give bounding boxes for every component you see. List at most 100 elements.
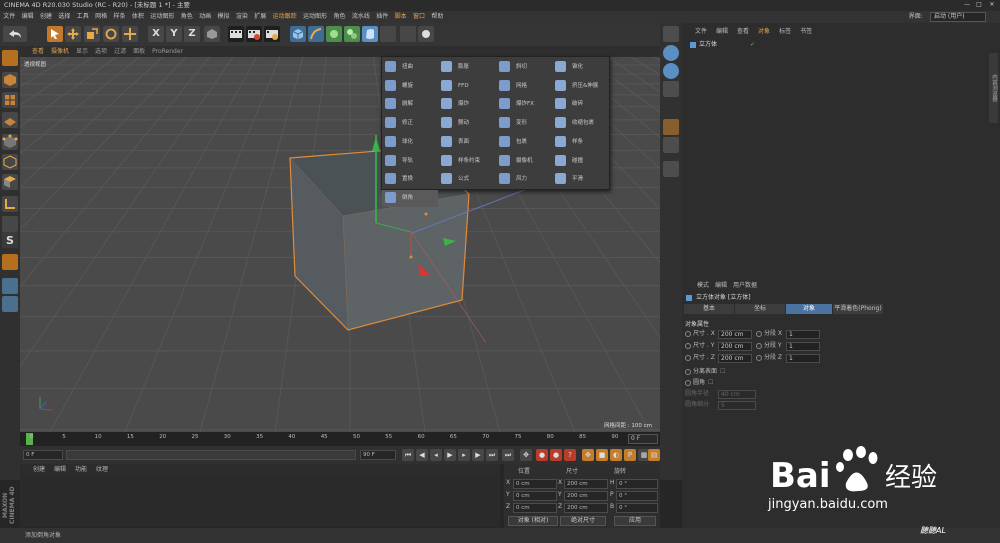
menu-file[interactable]: 文件: [0, 11, 18, 23]
deformer-menu-item[interactable]: FFD: [438, 78, 494, 95]
key-rotation-icon[interactable]: ◐: [610, 449, 622, 461]
segment-field[interactable]: 1: [786, 330, 820, 339]
goto-start-icon[interactable]: ⏮: [402, 449, 414, 461]
deformer-menu-item[interactable]: 锥化: [552, 59, 608, 76]
grid-workplane-icon[interactable]: [2, 296, 18, 312]
material-area[interactable]: [20, 475, 500, 527]
deformer-menu-item[interactable]: 碰撞: [552, 153, 608, 170]
next-frame-icon[interactable]: ▸: [458, 449, 470, 461]
current-frame-field[interactable]: 0 F: [628, 434, 658, 444]
coord-size-field[interactable]: 200 cm: [564, 503, 608, 513]
deformer-menu-item[interactable]: 表面: [438, 134, 494, 151]
menu-spline[interactable]: 样条: [110, 11, 128, 23]
tab-phong[interactable]: 平滑着色(Phong): [833, 304, 883, 314]
coord-position-field[interactable]: 0 cm: [513, 491, 557, 501]
radio-icon[interactable]: [685, 342, 691, 349]
menu-window[interactable]: 窗口: [410, 11, 428, 23]
move-key-icon[interactable]: ✥: [520, 449, 532, 461]
viewport-menu-panel[interactable]: 面板: [133, 48, 145, 55]
menu-mograph[interactable]: 运动图形: [147, 11, 177, 23]
deformer-menu-item[interactable]: 包裹: [496, 134, 552, 151]
menu-volume[interactable]: 体积: [129, 11, 147, 23]
radio-icon[interactable]: [756, 330, 762, 337]
menu-mesh[interactable]: 网格: [92, 11, 110, 23]
coord-size-field[interactable]: 200 cm: [564, 479, 608, 489]
deformer-menu-item[interactable]: 修正: [382, 115, 438, 132]
record-icon[interactable]: ●: [536, 449, 548, 461]
menu-pipeline[interactable]: 流水线: [349, 11, 373, 23]
tab-object[interactable]: 对象: [786, 304, 832, 314]
coord-rotation-field[interactable]: 0 °: [616, 479, 658, 489]
deformer-menu-item[interactable]: 颤动: [438, 115, 494, 132]
menu-edit[interactable]: 编辑: [18, 11, 36, 23]
menu-extensions[interactable]: 扩展: [251, 11, 269, 23]
pen-spline-button[interactable]: [308, 26, 324, 42]
size-field[interactable]: 200 cm: [718, 342, 752, 351]
material-menu-edit[interactable]: 编辑: [54, 466, 66, 473]
polygons-mode-icon[interactable]: [2, 174, 18, 190]
coords-mode-select[interactable]: 对象 (相对): [508, 516, 558, 526]
frame-range-slider[interactable]: [66, 450, 356, 460]
rotate-tool-button[interactable]: [103, 26, 119, 42]
model-mode-icon[interactable]: [2, 72, 18, 88]
lock-icon[interactable]: [663, 161, 679, 177]
scale-tool-button[interactable]: [84, 26, 100, 42]
menu-script[interactable]: 脚本: [391, 11, 409, 23]
tab-basic[interactable]: 基本: [684, 304, 734, 314]
light-button[interactable]: [418, 26, 434, 42]
brush-icon[interactable]: [663, 119, 679, 135]
deformer-menu-item[interactable]: 导轨: [382, 153, 438, 170]
minimize-button[interactable]: —: [962, 1, 972, 9]
cube-primitive-button[interactable]: [290, 26, 306, 42]
key-position-icon[interactable]: ✥: [582, 449, 594, 461]
content-browser-side-tab[interactable]: 内容浏览器: [989, 53, 998, 123]
radio-icon[interactable]: [756, 342, 762, 349]
menu-character[interactable]: 角色: [178, 11, 196, 23]
deformer-menu-item[interactable]: 风力: [496, 171, 552, 188]
axis-mode-icon[interactable]: [2, 196, 18, 212]
fillet-row[interactable]: 圆角 ☐: [685, 378, 713, 388]
deformer-menu-item[interactable]: 收缩包裹: [552, 115, 608, 132]
recent-tool-button[interactable]: [122, 26, 138, 42]
key-param-icon[interactable]: P: [624, 449, 636, 461]
render-settings-button[interactable]: [264, 26, 280, 42]
deformer-menu-item[interactable]: 爆炸FX: [496, 96, 552, 113]
viewport-menu-prorender[interactable]: ProRender: [152, 48, 183, 55]
prev-key-icon[interactable]: ◀: [416, 449, 428, 461]
menu-help[interactable]: 帮助: [428, 11, 446, 23]
start-frame-field[interactable]: 0 F: [23, 450, 63, 460]
layout-select[interactable]: 启动 (用户): [930, 12, 986, 22]
play-icon[interactable]: ▶: [444, 449, 456, 461]
attr-menu-edit[interactable]: 编辑: [715, 282, 727, 289]
coord-position-field[interactable]: 0 cm: [513, 479, 557, 489]
separate-surfaces-row[interactable]: 分离表面 ☐: [685, 367, 725, 377]
camera-button[interactable]: [400, 26, 416, 42]
viewport-cube-icon[interactable]: [663, 26, 679, 42]
menu-simulate[interactable]: 模拟: [214, 11, 232, 23]
texture-mode-icon[interactable]: [2, 92, 18, 108]
close-button[interactable]: ✕: [987, 1, 997, 9]
material-menu-function[interactable]: 功能: [75, 466, 87, 473]
key-scale-icon[interactable]: ■: [596, 449, 608, 461]
planar-workplane-icon[interactable]: [2, 278, 18, 294]
snap-s2-icon[interactable]: [663, 63, 679, 79]
tab-coord[interactable]: 坐标: [735, 304, 785, 314]
radio-icon[interactable]: [756, 354, 762, 361]
end-frame-field[interactable]: 90 F: [360, 450, 396, 460]
deformer-menu-item[interactable]: 变形: [496, 115, 552, 132]
menu-plugins[interactable]: 插件: [373, 11, 391, 23]
keyframe-selection-icon[interactable]: ?: [564, 449, 576, 461]
undo-button[interactable]: [3, 26, 27, 42]
viewport-menu-filter[interactable]: 过滤: [114, 48, 126, 55]
deformer-menu-item[interactable]: 膨胀: [438, 59, 494, 76]
y-axis-lock-button[interactable]: Y: [166, 26, 182, 42]
render-view-button[interactable]: [228, 26, 244, 42]
deformer-menu-item[interactable]: 样条: [552, 134, 608, 151]
visibility-check-icon[interactable]: ✓: [750, 40, 755, 49]
goto-end-2-icon[interactable]: ⏭: [502, 449, 514, 461]
goto-end-icon[interactable]: ⏭: [486, 449, 498, 461]
make-editable-icon[interactable]: [2, 50, 18, 66]
deformer-menu-item[interactable]: 破碎: [552, 96, 608, 113]
deformer-menu-item[interactable]: 斜切: [496, 59, 552, 76]
film-icon[interactable]: ▤: [648, 449, 660, 461]
